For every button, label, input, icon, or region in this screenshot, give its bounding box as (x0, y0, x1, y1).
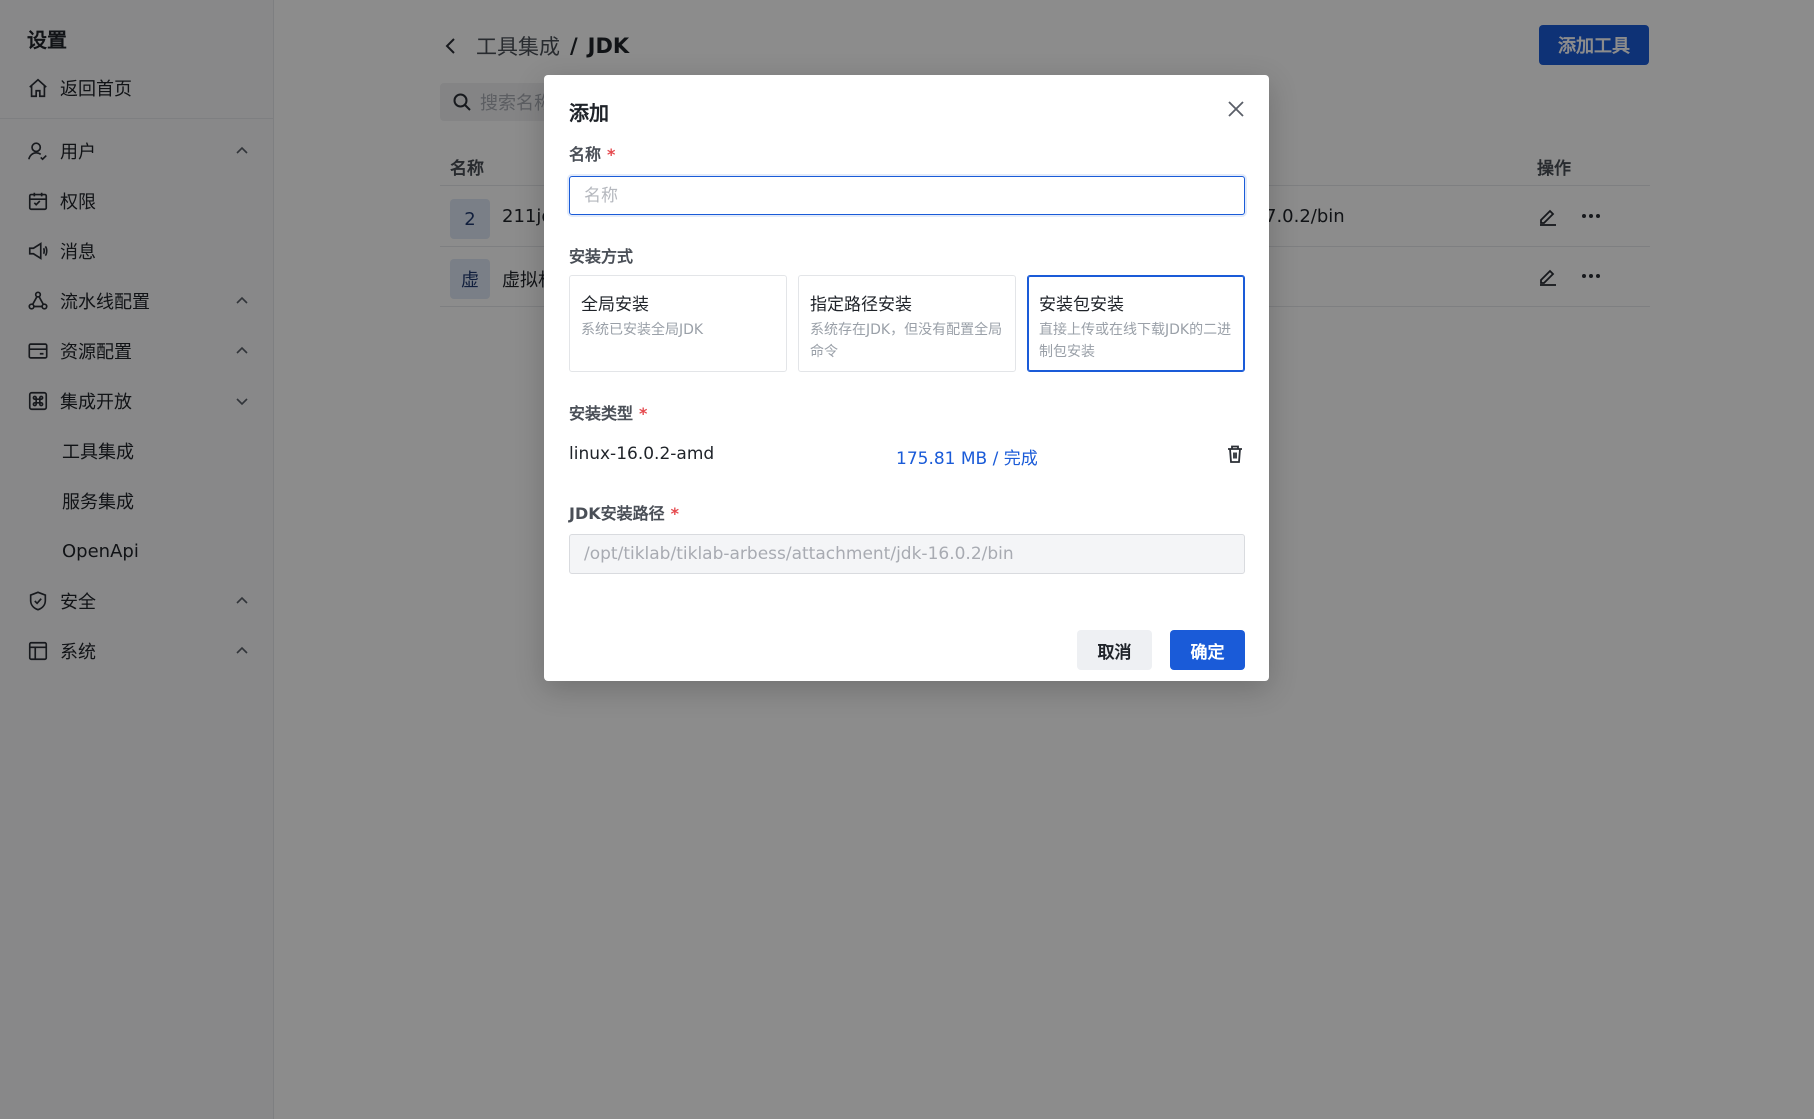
name-input[interactable] (569, 176, 1245, 215)
option-desc: 系统存在JDK，但没有配置全局命令 (810, 322, 1003, 360)
option-global-install[interactable]: 全局安装 系统已安装全局JDK (569, 275, 787, 372)
option-desc: 系统已安装全局JDK (581, 322, 704, 338)
jdk-path-input (569, 534, 1245, 574)
close-icon[interactable] (1224, 97, 1248, 121)
dialog-title: 添加 (569, 101, 609, 125)
add-jdk-dialog: 添加 名称 * 安装方式 全局安装 系统已安装全局JDK 指定路径安装 系统存在J… (544, 75, 1269, 681)
install-type-label-text: 安装类型 (569, 404, 634, 423)
jdk-path-label-text: JDK安装路径 (569, 504, 665, 523)
file-name: linux-16.0.2-amd (569, 444, 715, 464)
required-mark: * (639, 404, 648, 423)
install-type-label: 安装类型 * (569, 400, 647, 424)
required-mark: * (607, 145, 616, 164)
option-title: 指定路径安装 (810, 295, 912, 315)
option-title: 安装包安装 (1039, 295, 1124, 315)
name-label: 名称 * (569, 141, 615, 165)
name-label-text: 名称 (569, 145, 602, 164)
option-path-install[interactable]: 指定路径安装 系统存在JDK，但没有配置全局命令 (798, 275, 1016, 372)
option-title: 全局安装 (581, 295, 649, 315)
cancel-button[interactable]: 取消 (1077, 630, 1152, 670)
file-status: 175.81 MB / 完成 (896, 449, 1038, 469)
option-desc: 直接上传或在线下载JDK的二进制包安装 (1039, 322, 1232, 360)
confirm-button[interactable]: 确定 (1170, 630, 1245, 670)
required-mark: * (670, 504, 680, 523)
jdk-path-label: JDK安装路径 * (569, 500, 679, 524)
uploaded-file-row: linux-16.0.2-amd 175.81 MB / 完成 (569, 440, 1245, 470)
option-package-install[interactable]: 安装包安装 直接上传或在线下载JDK的二进制包安装 (1027, 275, 1245, 372)
trash-icon[interactable] (1224, 443, 1246, 465)
install-method-label: 安装方式 (569, 247, 634, 266)
